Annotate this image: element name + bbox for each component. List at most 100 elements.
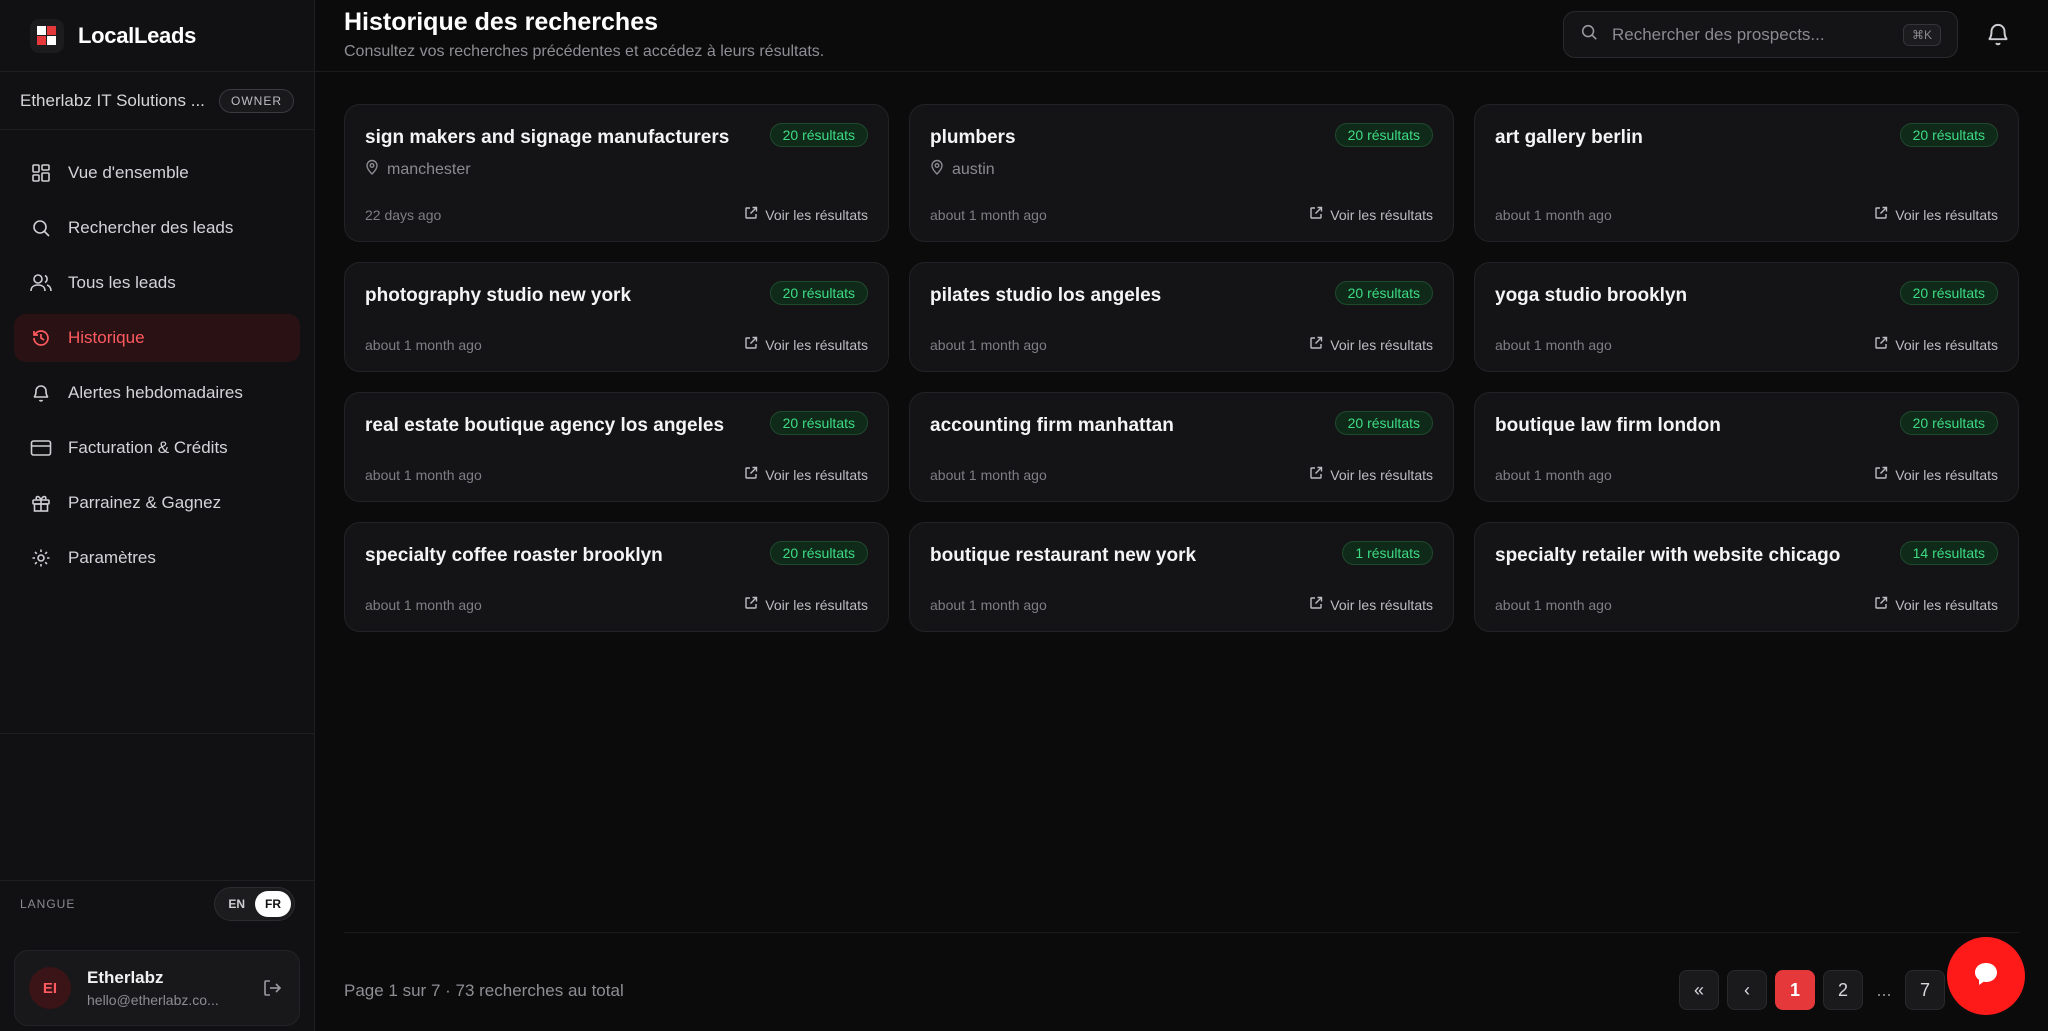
language-toggle[interactable]: EN FR xyxy=(214,886,295,921)
search-box[interactable]: ⌘K xyxy=(1563,11,1958,58)
card-title: boutique law firm london xyxy=(1495,415,1721,436)
page-button-last[interactable]: 7 xyxy=(1905,970,1945,1010)
card-footer: about 1 month ago Voir les résultats xyxy=(930,206,1433,223)
history-card[interactable]: yoga studio brooklyn 20 résultats about … xyxy=(1474,262,2019,372)
nav-item-search-leads[interactable]: Rechercher des leads xyxy=(14,204,300,252)
history-card[interactable]: accounting firm manhattan 20 résultats a… xyxy=(909,392,1454,502)
card-footer: about 1 month ago Voir les résultats xyxy=(365,596,868,613)
nav-item-overview[interactable]: Vue d'ensemble xyxy=(14,149,300,197)
view-results-link[interactable]: Voir les résultats xyxy=(1874,206,1998,223)
language-option-fr[interactable]: FR xyxy=(255,890,291,917)
chat-bubble-icon xyxy=(1971,959,2001,994)
language-selector: LANGUE EN FR xyxy=(0,880,315,926)
view-results-link[interactable]: Voir les résultats xyxy=(744,596,868,613)
card-title: art gallery berlin xyxy=(1495,127,1643,148)
card-header: accounting firm manhattan 20 résultats xyxy=(930,411,1433,437)
card-footer: about 1 month ago Voir les résultats xyxy=(1495,596,1998,613)
card-timestamp: about 1 month ago xyxy=(930,466,1047,483)
view-results-link[interactable]: Voir les résultats xyxy=(744,206,868,223)
card-title: yoga studio brooklyn xyxy=(1495,285,1688,306)
view-results-label: Voir les résultats xyxy=(1895,466,1998,483)
results-badge: 20 résultats xyxy=(769,411,868,435)
history-card[interactable]: plumbers 20 résultats austin about 1 mon… xyxy=(909,104,1454,242)
page-subtitle: Consultez vos recherches précédentes et … xyxy=(344,43,825,60)
history-card[interactable]: photography studio new york 20 résultats… xyxy=(344,262,889,372)
dashboard-icon xyxy=(30,162,52,184)
page-button-1[interactable]: 1 xyxy=(1775,970,1815,1010)
nav-label: Tous les leads xyxy=(68,273,176,292)
results-badge: 20 résultats xyxy=(1899,281,1998,305)
pagination: « ‹ 1 2 ... 7 xyxy=(1679,970,1953,1010)
view-results-label: Voir les résultats xyxy=(1895,206,1998,223)
view-results-label: Voir les résultats xyxy=(1330,206,1433,223)
view-results-link[interactable]: Voir les résultats xyxy=(1874,596,1998,613)
history-grid: sign makers and signage manufacturers 20… xyxy=(344,104,2020,632)
view-results-label: Voir les résultats xyxy=(1330,336,1433,353)
history-card[interactable]: pilates studio los angeles 20 résultats … xyxy=(909,262,1454,372)
language-option-en[interactable]: EN xyxy=(218,891,255,917)
logout-icon[interactable] xyxy=(259,975,285,1001)
results-badge: 14 résultats xyxy=(1899,541,1998,565)
card-title: pilates studio los angeles xyxy=(930,285,1162,306)
keyboard-shortcut: ⌘K xyxy=(1902,23,1941,46)
history-card[interactable]: specialty coffee roaster brooklyn 20 rés… xyxy=(344,522,889,632)
external-link-icon xyxy=(1309,466,1323,483)
nav-item-billing[interactable]: Facturation & Crédits xyxy=(14,424,300,472)
results-badge: 20 résultats xyxy=(1899,123,1998,147)
card-timestamp: about 1 month ago xyxy=(365,466,482,483)
view-results-link[interactable]: Voir les résultats xyxy=(1309,206,1433,223)
history-card[interactable]: real estate boutique agency los angeles … xyxy=(344,392,889,502)
page-header: Historique des recherches Consultez vos … xyxy=(315,0,2048,72)
card-header: yoga studio brooklyn 20 résultats xyxy=(1495,281,1998,307)
chat-button[interactable] xyxy=(1947,937,2025,1015)
user-card[interactable]: EI Etherlabz hello@etherlabz.co... xyxy=(14,950,300,1026)
brand[interactable]: LocalLeads xyxy=(0,0,314,72)
nav-item-weekly-alerts[interactable]: Alertes hebdomadaires xyxy=(14,369,300,417)
brand-name: LocalLeads xyxy=(78,22,197,48)
results-badge: 1 résultats xyxy=(1342,541,1433,565)
card-location-text: austin xyxy=(952,160,995,178)
view-results-link[interactable]: Voir les résultats xyxy=(1309,596,1433,613)
card-title: accounting firm manhattan xyxy=(930,415,1174,436)
prev-page-button[interactable]: ‹ xyxy=(1727,970,1767,1010)
view-results-link[interactable]: Voir les résultats xyxy=(1309,466,1433,483)
pagination-ellipsis: ... xyxy=(1876,979,1892,1000)
nav-item-history[interactable]: Historique xyxy=(14,314,300,362)
history-card[interactable]: specialty retailer with website chicago … xyxy=(1474,522,2019,632)
card-timestamp: about 1 month ago xyxy=(930,206,1047,223)
search-input[interactable] xyxy=(1612,24,1903,45)
nav-item-referral[interactable]: Parrainez & Gagnez xyxy=(14,479,300,527)
card-footer: about 1 month ago Voir les résultats xyxy=(1495,466,1998,483)
user-info: Etherlabz hello@etherlabz.co... xyxy=(87,968,259,1008)
first-page-button[interactable]: « xyxy=(1679,970,1719,1010)
card-header: specialty retailer with website chicago … xyxy=(1495,541,1998,567)
external-link-icon xyxy=(744,336,758,353)
view-results-link[interactable]: Voir les résultats xyxy=(1874,466,1998,483)
credit-card-icon xyxy=(30,437,52,459)
history-card[interactable]: art gallery berlin 20 résultats about 1 … xyxy=(1474,104,2019,242)
workspace-switcher[interactable]: Etherlabz IT Solutions ... OWNER xyxy=(0,72,314,130)
card-footer: about 1 month ago Voir les résultats xyxy=(930,466,1433,483)
nav-item-all-leads[interactable]: Tous les leads xyxy=(14,259,300,307)
card-timestamp: about 1 month ago xyxy=(930,596,1047,613)
view-results-link[interactable]: Voir les résultats xyxy=(744,336,868,353)
history-icon xyxy=(30,327,52,349)
view-results-link[interactable]: Voir les résultats xyxy=(1309,336,1433,353)
history-card[interactable]: boutique law firm london 20 résultats ab… xyxy=(1474,392,2019,502)
view-results-link[interactable]: Voir les résultats xyxy=(744,466,868,483)
page-button-2[interactable]: 2 xyxy=(1823,970,1863,1010)
role-badge: OWNER xyxy=(219,88,294,113)
card-header: plumbers 20 résultats xyxy=(930,123,1433,149)
card-footer: about 1 month ago Voir les résultats xyxy=(1495,336,1998,353)
history-card[interactable]: boutique restaurant new york 1 résultats… xyxy=(909,522,1454,632)
history-card[interactable]: sign makers and signage manufacturers 20… xyxy=(344,104,889,242)
notifications-bell-icon[interactable] xyxy=(1985,21,2013,49)
card-header: pilates studio los angeles 20 résultats xyxy=(930,281,1433,307)
sidebar: LocalLeads Etherlabz IT Solutions ... OW… xyxy=(0,0,315,1031)
users-icon xyxy=(30,272,52,294)
gift-icon xyxy=(30,492,52,514)
nav-item-settings[interactable]: Paramètres xyxy=(14,534,300,582)
card-header: real estate boutique agency los angeles … xyxy=(365,411,868,437)
nav-label: Historique xyxy=(68,328,145,347)
view-results-link[interactable]: Voir les résultats xyxy=(1874,336,1998,353)
